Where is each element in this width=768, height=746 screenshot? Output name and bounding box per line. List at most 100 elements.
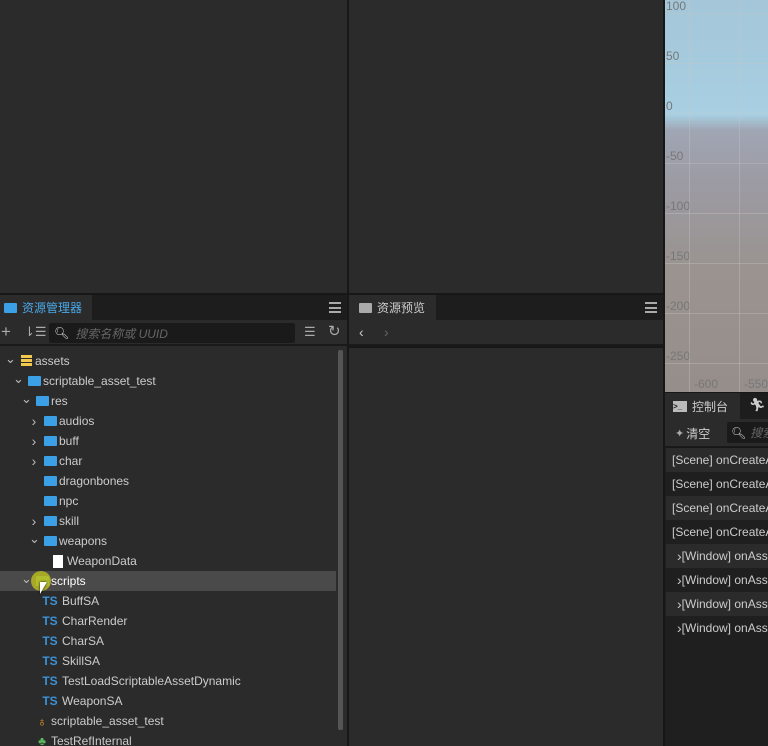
log-entry[interactable]: [Scene] onCreateAsset [666,496,768,520]
log-text: [Window] onAssetChanged [681,597,768,611]
tree-item[interactable]: › buff [0,431,336,451]
grid-line [665,313,768,314]
prefab-icon: ♣ [38,734,46,746]
chevron-right-icon[interactable]: › [29,413,39,429]
tree-item[interactable]: TS WeaponSA [0,691,336,711]
console-icon: >_ [673,400,687,412]
tree-item[interactable]: ⌄ weapons [0,531,336,551]
grid-line [665,213,768,214]
tree-item-label: dragonbones [59,474,130,488]
y-tick-label: 100 [666,0,687,13]
tree-item[interactable]: ♣ TestRefInternal [0,731,336,746]
tree-item[interactable]: ♁ scriptable_asset_test [0,711,336,731]
preview-toolbar: ‹ › [349,320,663,346]
chevron-down-icon[interactable]: ⌄ [21,391,32,407]
folder-icon [43,455,57,467]
mouse-cursor-icon [40,582,47,594]
tree-item-label: npc [59,494,79,508]
preview-panel-tabbar: 资源预览 [349,295,663,320]
tab-asset-preview[interactable]: 资源预览 [349,295,436,320]
folder-open-icon [27,375,41,387]
scene-icon: ♁ [37,713,47,729]
y-tick-label: -250 [666,349,691,363]
tree-item-label: audios [59,414,95,428]
log-text: [Window] onAssetChanged [681,573,768,587]
tree-item-label: TestRefInternal [51,734,132,746]
log-entry[interactable]: [Scene] onCreateAsset [666,448,768,472]
log-text: [Scene] onCreateAsset [672,501,768,515]
runner-icon[interactable]: 🏃︎ [749,397,766,413]
search-icon: 🔍︎ [54,326,70,340]
add-icon[interactable]: + [1,322,11,342]
panel-menu-icon[interactable] [329,302,341,313]
log-text: [Scene] onCreateAsset [672,453,768,467]
chevron-down-icon[interactable]: ⌄ [29,531,40,547]
grid-line [689,0,690,392]
log-entry[interactable]: ›[Window] onAssetChanged [666,544,768,568]
collapse-all-icon[interactable]: ☰ [304,324,316,340]
refresh-icon[interactable]: ↻ [328,322,341,340]
log-entry[interactable]: ›[Window] onAssetChanged [666,616,768,640]
grid-line [739,0,740,392]
log-entry[interactable]: ›[Window] onAssetChanged [666,592,768,616]
sort-icon[interactable]: ⇂☰ [24,324,47,340]
chevron-down-icon[interactable]: ⌄ [5,351,16,367]
log-entry[interactable]: ›[Window] onAssetChanged [666,568,768,592]
scrollbar[interactable] [338,350,343,730]
console-tabbar: >_ 控制台 🏃︎ [665,393,768,419]
tree-item-label: skill [59,514,79,528]
folder-icon [43,435,57,447]
console-search-input[interactable]: 🔍︎ 搜索 [727,422,768,443]
clear-label: 清空 [686,427,711,441]
log-text: [Scene] onCreateAsset [672,477,768,491]
chevron-down-icon[interactable]: ⌄ [21,571,32,587]
y-tick-label: -150 [666,249,691,263]
folder-icon [43,515,57,527]
tree-item-label: scriptable_asset_test [51,714,164,728]
tree-item-label: char [59,454,83,468]
chevron-right-icon[interactable]: › [29,433,39,449]
tree-item[interactable]: TS CharSA [0,631,336,651]
tree-item[interactable]: ⌄ assets [0,351,336,371]
folder-icon [43,415,57,427]
tree-item[interactable]: TS SkillSA [0,651,336,671]
folder-open-icon [43,535,57,547]
tree-item[interactable]: TS BuffSA [0,591,336,611]
tree-item[interactable]: ⌄ res [0,391,336,411]
chevron-down-icon[interactable]: ⌄ [13,371,24,387]
tree-item[interactable]: ⌄ scriptable_asset_test [0,371,336,391]
tab-asset-manager[interactable]: 资源管理器 [0,295,92,320]
tree-item[interactable]: npc [0,491,336,511]
panel-menu-icon[interactable] [645,302,657,313]
forward-icon[interactable]: › [384,324,389,340]
file-icon [51,554,65,568]
log-entry[interactable]: [Scene] onCreateAsset [666,520,768,544]
tab-console[interactable]: >_ 控制台 [665,393,740,419]
tree-item[interactable]: › audios [0,411,336,431]
tree-item[interactable]: TS TestLoadScriptableAssetDynamic [0,671,336,691]
scene-view[interactable]: 100 50 0 -50 -100 -150 -200 -250 -600 -550 [665,0,768,392]
folder-icon [4,302,17,313]
tree-item-label: scriptable_asset_test [43,374,156,388]
grid-line [665,363,768,364]
search-placeholder: 搜索名称或 UUID [75,326,168,341]
tree-item-label: weapons [59,534,108,548]
log-entry[interactable]: [Scene] onCreateAsset [666,472,768,496]
tree-item[interactable]: dragonbones [0,471,336,491]
folder-icon [43,475,57,487]
tree-item-label: SkillSA [62,654,101,668]
clear-button[interactable]: ✦ 清空 [675,425,710,442]
tree-item[interactable]: › skill [0,511,336,531]
typescript-icon: TS [42,614,58,628]
console-toolbar: ✦ 清空 🔍︎ 搜索 [665,419,768,447]
asset-search-input[interactable]: 🔍︎ 搜索名称或 UUID [49,323,295,343]
tree-item-label: scripts [51,574,86,588]
log-text: [Window] onAssetChanged [681,621,768,635]
tree-item[interactable]: TS CharRender [0,611,336,631]
chevron-right-icon[interactable]: › [29,453,39,469]
tree-item[interactable]: › char [0,451,336,471]
back-icon[interactable]: ‹ [359,324,364,340]
tree-item[interactable]: WeaponData [0,551,336,571]
folder-icon [359,302,372,313]
chevron-right-icon[interactable]: › [29,513,39,529]
